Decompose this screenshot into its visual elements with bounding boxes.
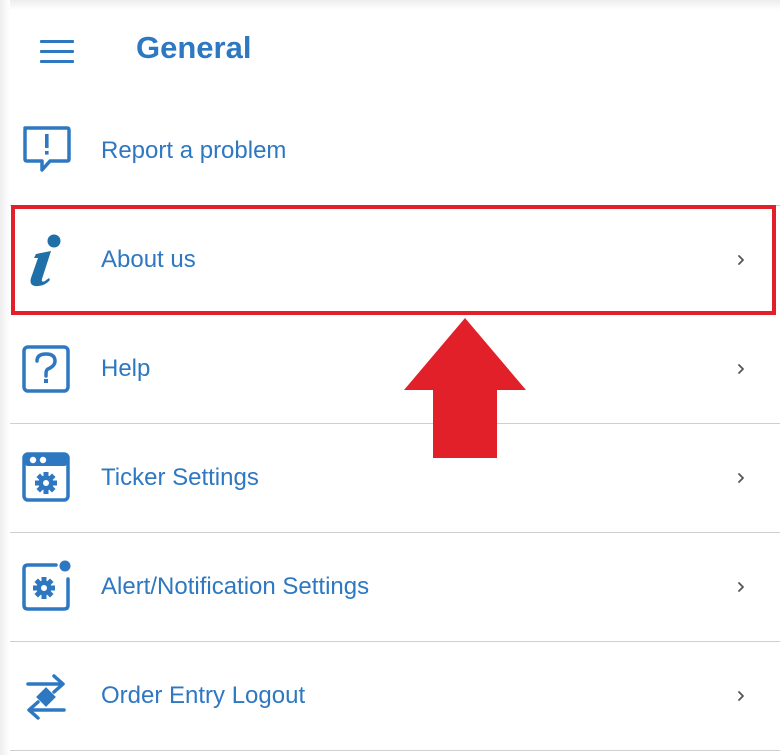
order-entry-logout-icon: [20, 668, 72, 724]
menu-item-label: About us: [101, 246, 196, 273]
chevron-right-icon: [732, 684, 752, 708]
menu-item-label: Order Entry Logout: [101, 682, 306, 709]
menu-item-help[interactable]: Help: [0, 315, 780, 424]
menu-item-alert-notification-settings[interactable]: Alert/Notification Settings: [0, 533, 780, 642]
hamburger-menu-icon[interactable]: [40, 40, 76, 64]
chevron-right-icon: [732, 248, 752, 272]
menu-item-order-entry-logout[interactable]: Order Entry Logout: [0, 642, 780, 751]
menu-item-report-problem[interactable]: Report a problem: [0, 97, 780, 206]
ticker-settings-icon: [20, 450, 72, 506]
app-screen: General Report a problem About us Help T…: [0, 0, 780, 755]
status-shadow: [0, 0, 780, 10]
help-icon: [20, 341, 72, 397]
page-title: General: [136, 30, 252, 65]
chevron-right-icon: [732, 575, 752, 599]
app-header: General: [0, 12, 780, 88]
menu-item-label: Report a problem: [101, 137, 287, 164]
menu-item-label: Ticker Settings: [101, 464, 259, 491]
settings-menu-list: Report a problem About us Help Ticker Se…: [0, 97, 780, 751]
chevron-right-icon: [732, 466, 752, 490]
divider: [10, 750, 780, 751]
report-problem-icon: [20, 123, 72, 179]
menu-item-label: Alert/Notification Settings: [101, 573, 370, 600]
info-icon: [20, 232, 72, 288]
alert-settings-icon: [20, 559, 72, 615]
menu-item-ticker-settings[interactable]: Ticker Settings: [0, 424, 780, 533]
menu-item-label: Help: [101, 355, 151, 382]
up-arrow-annotation-icon: [400, 318, 530, 460]
menu-item-about-us[interactable]: About us: [0, 206, 780, 315]
chevron-right-icon: [732, 357, 752, 381]
